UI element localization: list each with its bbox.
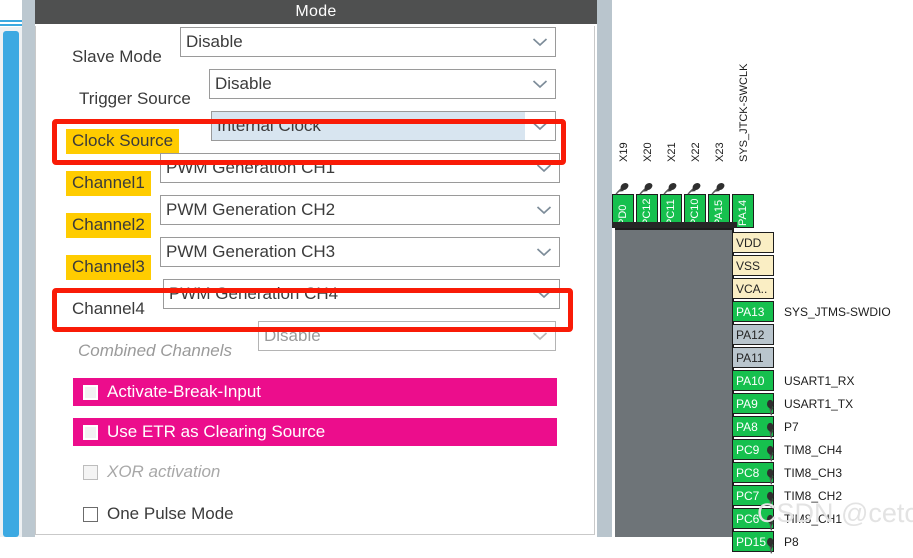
chip-right-pin-signal-pa13: SYS_JTMS-SWDIO <box>784 304 891 319</box>
checkbox-use-etr-as-clearing-source[interactable] <box>83 424 98 440</box>
checkbox-label-one-pulse-mode: One Pulse Mode <box>107 504 234 523</box>
pushpin-icon <box>762 445 776 462</box>
vertical-divider <box>603 0 612 537</box>
chevron-down-icon[interactable] <box>525 28 555 56</box>
chevron-down-icon[interactable] <box>529 196 559 224</box>
pushpin-icon <box>762 468 776 485</box>
dropdown-clock-source[interactable]: Internal Clock <box>211 111 556 141</box>
label-combined-channels: Combined Channels <box>78 341 233 360</box>
chip-right-pin-signal-pc9: TIM8_CH4 <box>784 442 843 457</box>
chip-right-pin-signal-pa8: P7 <box>784 419 799 434</box>
chip-right-pin-signal-pc7: TIM8_CH2 <box>784 488 843 503</box>
scrollbar-thumb[interactable] <box>3 31 19 537</box>
chevron-down-icon[interactable] <box>525 70 555 98</box>
chip-right-pin-signal-pc8: TIM8_CH3 <box>784 465 843 480</box>
pushpin-icon <box>762 537 776 554</box>
chip-right-pin-pa13[interactable]: PA13 <box>732 301 774 322</box>
checkbox-row-one-pulse-mode[interactable]: One Pulse Mode <box>73 500 373 528</box>
dropdown-slave-mode[interactable]: Disable <box>180 27 556 57</box>
label-channel4: Channel4 <box>72 299 145 318</box>
label-channel2: Channel2 <box>66 213 151 238</box>
chip-top-pin-signal-pa15: X23 <box>714 142 726 162</box>
pushpin-icon <box>762 422 776 439</box>
dropdown-channel2[interactable]: PWM Generation CH2 <box>160 195 560 225</box>
dropdown-value-channel4: PWM Generation CH4 <box>169 284 339 303</box>
label-trigger-source: Trigger Source <box>79 89 191 108</box>
pushpin-icon <box>762 491 776 508</box>
label-slave-mode: Slave Mode <box>72 47 162 66</box>
checkbox-label-xor-activation: XOR activation <box>107 462 221 481</box>
chip-right-pin-signal-pa10: USART1_RX <box>784 373 855 388</box>
checkbox-one-pulse-mode[interactable] <box>83 506 98 522</box>
scroll-divider-line-bottom <box>0 24 22 26</box>
dropdown-value-trigger-source: Disable <box>215 74 272 93</box>
dropdown-channel3[interactable]: PWM Generation CH3 <box>160 237 560 267</box>
checkbox-row-use-etr-as-clearing-source[interactable]: Use ETR as Clearing Source <box>73 418 557 446</box>
checkbox-xor-activation <box>83 464 98 480</box>
left-gutter <box>22 0 35 537</box>
dropdown-value-channel2: PWM Generation CH2 <box>166 200 336 219</box>
dropdown-value-combined-channels: Disable <box>264 326 321 345</box>
checkbox-row-activate-break-input[interactable]: Activate-Break-Input <box>73 378 557 406</box>
chip-right-pin-signal-pd15: P8 <box>784 534 799 549</box>
dropdown-value-slave-mode: Disable <box>186 32 243 51</box>
chevron-down-icon[interactable] <box>525 322 555 350</box>
chevron-down-icon[interactable] <box>529 238 559 266</box>
label-clock-source: Clock Source <box>66 129 180 154</box>
chevron-down-icon[interactable] <box>529 154 559 182</box>
chip-package-body <box>615 228 734 537</box>
pushpin-icon <box>614 180 629 195</box>
chip-right-pin-vss[interactable]: VSS <box>732 255 774 276</box>
left-scroll-column <box>0 0 22 537</box>
scroll-divider-line-top <box>0 20 22 22</box>
checkbox-label-activate-break-input: Activate-Break-Input <box>107 382 262 401</box>
chip-top-pin-label: PA14 <box>737 199 749 226</box>
dropdown-channel1[interactable]: PWM Generation CH1 <box>160 153 560 183</box>
chevron-down-icon[interactable] <box>525 112 555 140</box>
dropdown-channel4[interactable]: PWM Generation CH4 <box>163 279 560 309</box>
chip-right-pin-pa11[interactable]: PA11 <box>732 347 774 368</box>
chip-top-pin-signal-pc10: X22 <box>690 142 702 162</box>
label-channel1: Channel1 <box>66 171 151 196</box>
pushpin-icon <box>762 514 776 531</box>
pushpin-icon <box>762 399 776 416</box>
pushpin-icon <box>686 180 701 195</box>
checkbox-activate-break-input[interactable] <box>83 384 98 400</box>
chip-right-pin-vdd[interactable]: VDD <box>732 232 774 253</box>
dropdown-value-channel1: PWM Generation CH1 <box>166 158 336 177</box>
label-channel3: Channel3 <box>66 255 151 280</box>
pushpin-icon <box>662 180 677 195</box>
chip-top-pin-signal-pc12: X20 <box>642 142 654 162</box>
pushpin-icon <box>638 180 653 195</box>
pushpin-icon <box>710 180 725 195</box>
chip-top-pin-signal-pd0: X19 <box>618 142 630 162</box>
dropdown-value-clock-source: Internal Clock <box>217 116 321 135</box>
chip-top-pin-signal-pc11: X21 <box>666 142 678 162</box>
chip-right-pin-signal-pa9: USART1_TX <box>784 396 854 411</box>
chip-right-pin-pa10[interactable]: PA10 <box>732 370 774 391</box>
chip-top-pin-signal-pa14: SYS_JTCK-SWCLK <box>738 63 750 162</box>
chip-right-pin-signal-pc6: TIM8_CH1 <box>784 511 843 526</box>
dropdown-trigger-source[interactable]: Disable <box>209 69 556 99</box>
dropdown-combined-channels[interactable]: Disable <box>258 321 556 351</box>
screen-root: Mode Slave Mode Disable Trigger Source Disa… <box>0 0 913 554</box>
dropdown-value-channel3: PWM Generation CH3 <box>166 242 336 261</box>
checkbox-row-xor-activation[interactable]: XOR activation <box>73 458 373 486</box>
chip-pinout-diagram: PD0 X19 PC12 X20 PC11 X21 PC10 X22 PA15 X23 PA14 SY… <box>612 0 913 554</box>
checkbox-label-use-etr-as-clearing-source: Use ETR as Clearing Source <box>107 422 326 441</box>
chip-right-pin-pa12[interactable]: PA12 <box>732 324 774 345</box>
chevron-down-icon[interactable] <box>529 280 559 308</box>
chip-right-pin-vca[interactable]: VCA.. <box>732 278 774 299</box>
panel-title: Mode <box>35 0 597 24</box>
